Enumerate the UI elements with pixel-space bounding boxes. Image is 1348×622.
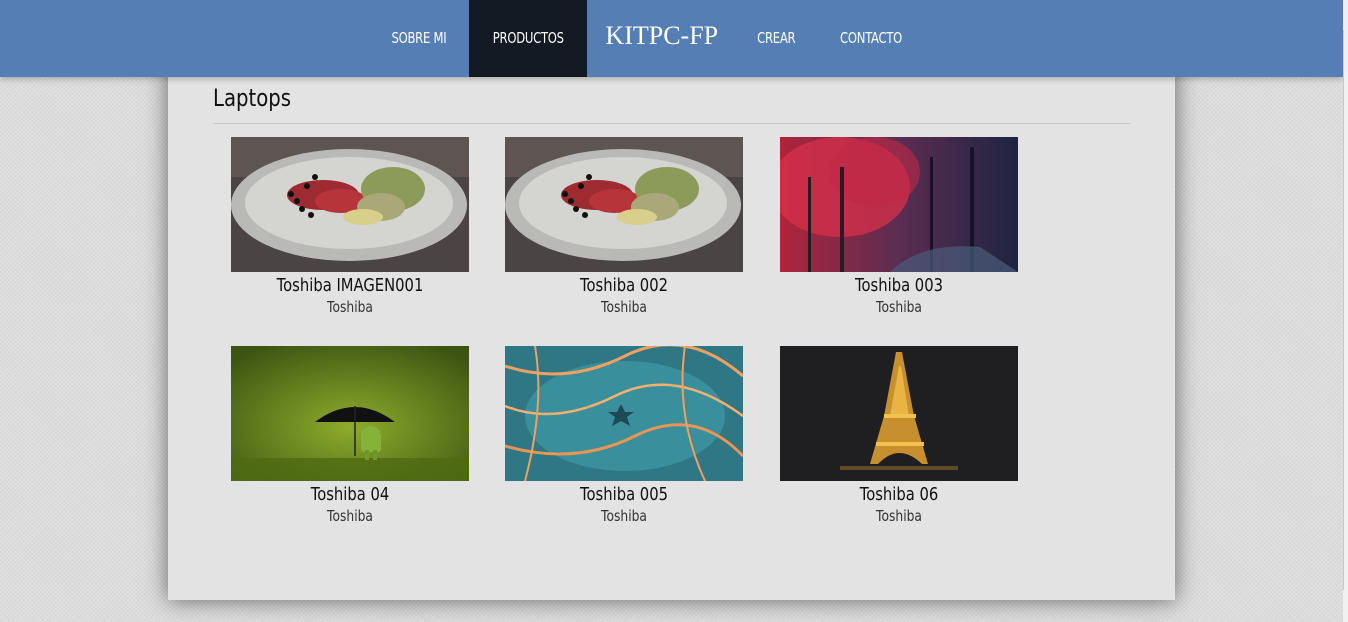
main-nav: SOBRE MI PRODUCTOS KITPC-FP CREAR CONTAC… — [369, 0, 925, 77]
product-card[interactable]: Toshiba 04 Toshiba — [231, 346, 469, 525]
product-title[interactable]: Toshiba 005 — [526, 484, 721, 505]
product-title[interactable]: Toshiba 002 — [526, 275, 721, 296]
scrollbar-track[interactable] — [1343, 30, 1344, 590]
product-image[interactable] — [231, 346, 469, 481]
nav-crear[interactable]: CREAR — [742, 0, 811, 77]
product-title[interactable]: Toshiba 06 — [801, 484, 996, 505]
product-title[interactable]: Toshiba IMAGEN001 — [252, 275, 447, 296]
section-title: Laptops — [213, 84, 292, 112]
product-image[interactable] — [505, 346, 743, 481]
section-divider — [213, 123, 1130, 124]
product-brand: Toshiba — [327, 298, 373, 316]
nav-productos-label: PRODUCTOS — [492, 29, 564, 47]
product-image[interactable] — [231, 137, 469, 272]
product-card[interactable]: Toshiba 003 Toshiba — [780, 137, 1018, 316]
product-title[interactable]: Toshiba 04 — [252, 484, 447, 505]
product-image[interactable] — [505, 137, 743, 272]
nav-sobre-mi[interactable]: SOBRE MI — [376, 0, 462, 77]
product-brand: Toshiba — [876, 298, 922, 316]
product-card[interactable]: Toshiba 002 Toshiba — [505, 137, 743, 316]
product-brand: Toshiba — [327, 507, 373, 525]
product-title[interactable]: Toshiba 003 — [801, 275, 996, 296]
product-image[interactable] — [780, 137, 1018, 272]
product-brand: Toshiba — [601, 507, 647, 525]
product-brand: Toshiba — [601, 298, 647, 316]
product-brand: Toshiba — [876, 507, 922, 525]
product-card[interactable]: Toshiba 005 Toshiba — [505, 346, 743, 525]
product-image[interactable] — [780, 346, 1018, 481]
top-navbar: SOBRE MI PRODUCTOS KITPC-FP CREAR CONTAC… — [0, 0, 1343, 77]
nav-contacto[interactable]: CONTACTO — [824, 0, 917, 77]
nav-productos[interactable]: PRODUCTOS — [468, 0, 588, 77]
product-card[interactable]: Toshiba 06 Toshiba — [780, 346, 1018, 525]
product-card[interactable]: Toshiba IMAGEN001 Toshiba — [231, 137, 469, 316]
page-scrollbar[interactable] — [1343, 0, 1348, 622]
site-brand[interactable]: KITPC-FP — [587, 0, 736, 77]
